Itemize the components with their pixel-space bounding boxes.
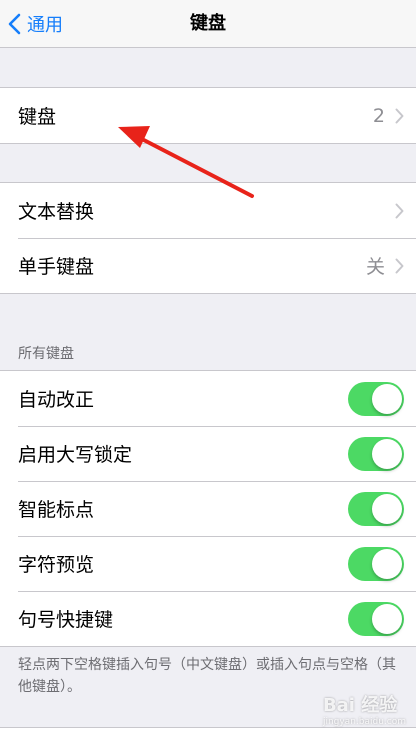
all-keyboards-header: 所有键盘 — [18, 346, 74, 362]
character-preview-toggle[interactable] — [348, 546, 404, 581]
smart-punctuation-toggle[interactable] — [348, 491, 404, 526]
auto-correction-row: 自动改正 — [0, 371, 416, 426]
watermark-subtext: jingyan.baidu.com — [322, 717, 406, 727]
text-settings-group: 文本替换 单手键盘 关 — [0, 182, 416, 294]
keyboards-count: 2 — [372, 104, 385, 127]
next-group-edge — [0, 727, 416, 733]
period-shortcut-row: 句号快捷键 — [0, 591, 416, 646]
keyboards-group: 键盘 2 — [0, 87, 416, 144]
period-shortcut-toggle[interactable] — [348, 601, 404, 636]
character-preview-label: 字符预览 — [18, 554, 95, 576]
one-handed-keyboard-row[interactable]: 单手键盘 关 — [0, 238, 416, 293]
auto-correction-toggle[interactable] — [348, 381, 404, 416]
watermark-text: Bai 经验 — [322, 695, 398, 716]
toggle-knob — [372, 548, 402, 579]
caps-lock-label: 启用大写锁定 — [18, 444, 133, 466]
toggle-knob — [372, 493, 402, 524]
all-keyboards-group: 自动改正 启用大写锁定 智能标点 字符预览 句号快捷键 — [0, 370, 416, 647]
chevron-right-icon — [395, 258, 404, 273]
toggle-knob — [372, 603, 402, 634]
caps-lock-toggle[interactable] — [348, 436, 404, 471]
smart-punctuation-label: 智能标点 — [18, 499, 95, 521]
page-title: 键盘 — [190, 13, 226, 34]
toggle-knob — [372, 383, 402, 414]
navigation-bar: 通用 键盘 — [0, 0, 416, 48]
character-preview-row: 字符预览 — [0, 536, 416, 591]
smart-punctuation-row: 智能标点 — [0, 481, 416, 536]
auto-correction-label: 自动改正 — [18, 389, 95, 411]
text-replacement-row[interactable]: 文本替换 — [0, 183, 416, 238]
period-shortcut-label: 句号快捷键 — [18, 609, 114, 631]
caps-lock-row: 启用大写锁定 — [0, 426, 416, 481]
baidu-watermark: Bai 经验 jingyan.baidu.com — [323, 691, 406, 727]
keyboards-label: 键盘 — [18, 106, 57, 128]
one-handed-keyboard-value: 关 — [365, 256, 385, 278]
chevron-right-icon — [395, 203, 404, 218]
keyboards-row[interactable]: 键盘 2 — [0, 88, 416, 143]
toggle-knob — [372, 438, 402, 469]
text-replacement-label: 文本替换 — [18, 201, 95, 223]
chevron-right-icon — [395, 108, 404, 123]
one-handed-keyboard-label: 单手键盘 — [18, 256, 95, 278]
